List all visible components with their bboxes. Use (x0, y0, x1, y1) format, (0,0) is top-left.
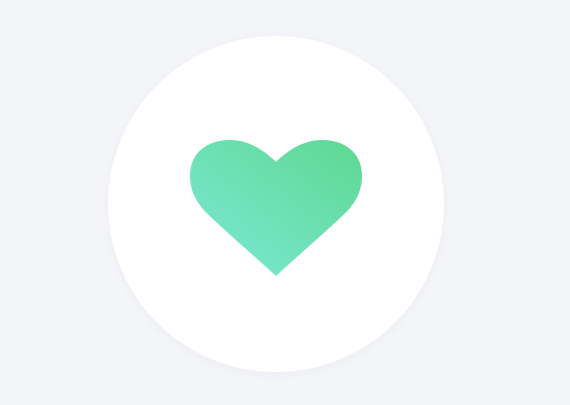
screen (0, 0, 570, 405)
heart-icon (190, 140, 362, 276)
heart-shape (190, 140, 362, 276)
